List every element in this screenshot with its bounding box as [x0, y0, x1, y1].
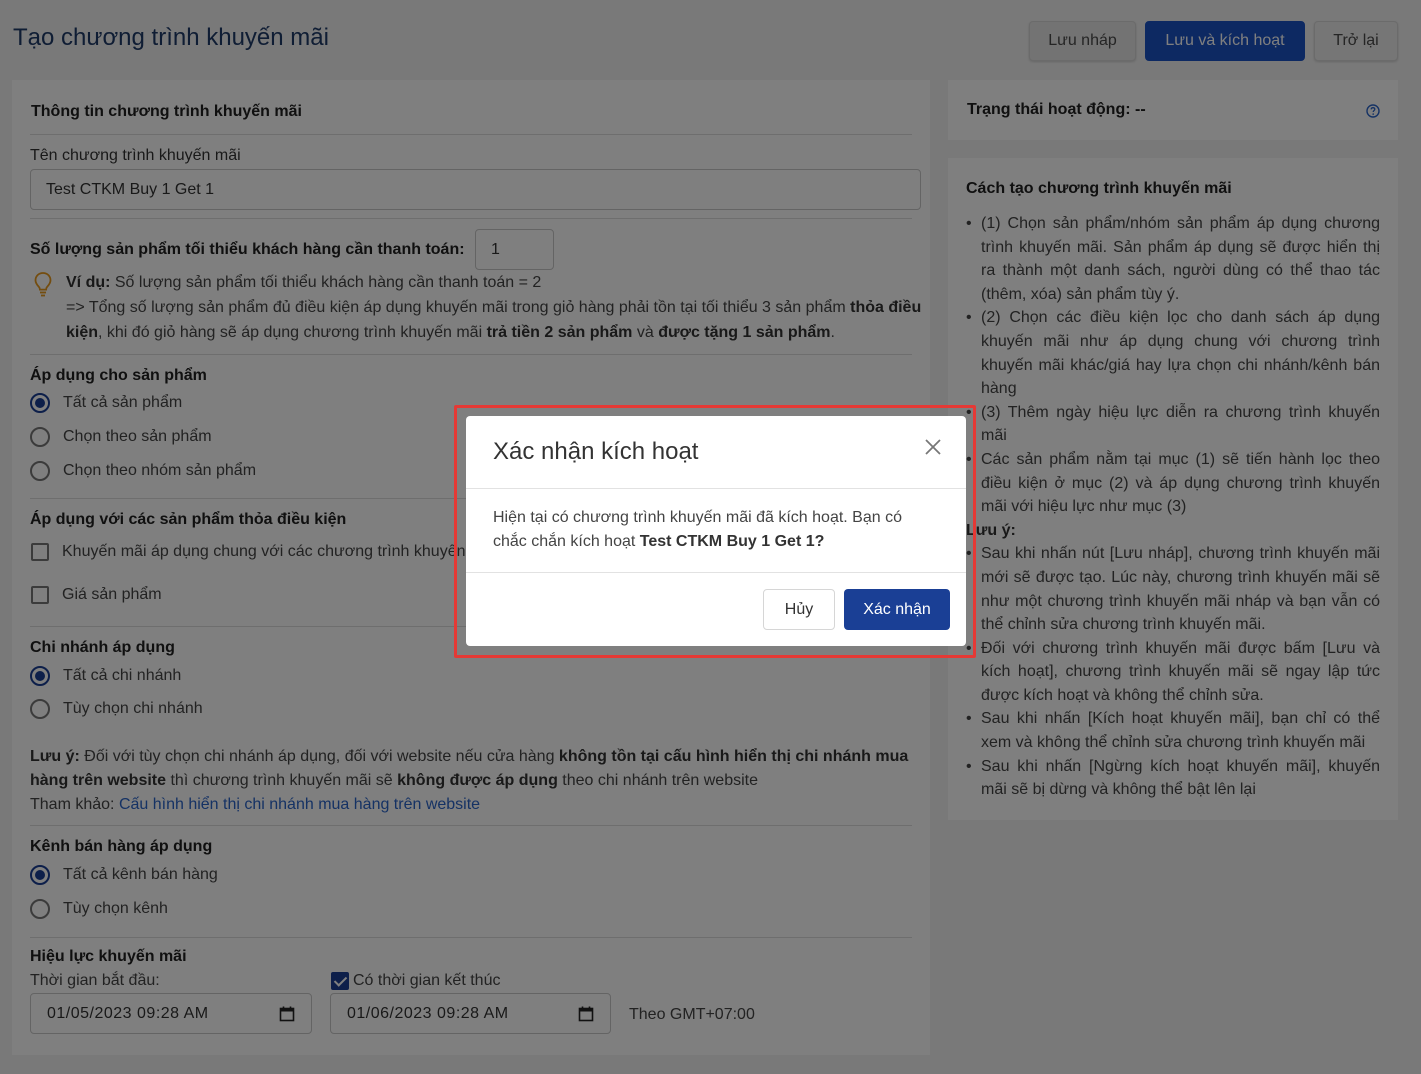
- cancel-button[interactable]: Hủy: [763, 589, 835, 630]
- divider: [466, 488, 966, 489]
- confirm-button[interactable]: Xác nhận: [844, 589, 950, 630]
- dialog-message: Hiện tại có chương trình khuyến mãi đã k…: [493, 506, 938, 554]
- dialog-message-promo-name: Test CTKM Buy 1 Get 1?: [639, 533, 825, 550]
- page: Tạo chương trình khuyến mãi Lưu nháp Lưu…: [0, 0, 1421, 1074]
- close-icon[interactable]: [924, 438, 942, 456]
- dialog-title: Xác nhận kích hoạt: [493, 438, 699, 465]
- divider: [466, 572, 966, 573]
- confirm-activation-dialog: Xác nhận kích hoạt Hiện tại có chương tr…: [466, 416, 966, 646]
